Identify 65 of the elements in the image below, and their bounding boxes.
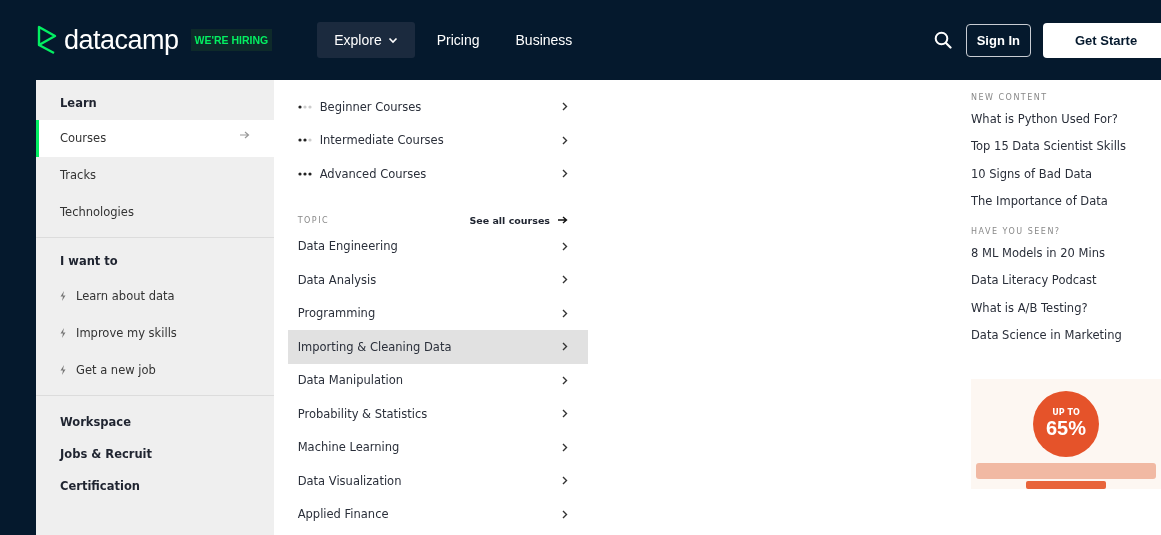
article-link[interactable]: Data Literacy Podcast [971, 267, 1161, 295]
section-label: NEW CONTENT [971, 93, 1049, 102]
get-started-button[interactable]: Get Starte [1043, 22, 1161, 58]
chevron-icon [561, 409, 568, 419]
chevron-icon [561, 442, 568, 452]
arrow-icon [239, 131, 250, 139]
logo-icon[interactable] [36, 25, 58, 55]
search-icon[interactable] [933, 31, 952, 49]
article-link[interactable]: 10 Signs of Bad Data [971, 160, 1161, 188]
logo-wordmark[interactable]: datacamp [64, 24, 179, 56]
chevron-icon [561, 375, 568, 385]
article-link[interactable]: What is Python Used For? [971, 106, 1161, 134]
caret-icon [387, 36, 398, 44]
sidebar-link[interactable]: Workspace [36, 406, 274, 438]
menu-item[interactable]: Importing & Cleaning Data [287, 330, 588, 364]
sidebar-item[interactable]: Technologies [36, 194, 274, 231]
discount-value: 65% [1046, 417, 1086, 441]
menu-item[interactable]: Beginner Courses [287, 90, 588, 124]
hiring-badge[interactable]: WE'RE HIRING [190, 29, 273, 51]
sidebar-item[interactable]: Get a new job [76, 363, 156, 377]
sidebar-item[interactable]: Learn about data [76, 289, 175, 303]
see-all-courses-link[interactable]: See all courses [469, 214, 568, 226]
article-link[interactable]: 8 ML Models in 20 Mins [971, 240, 1161, 268]
menu-item[interactable]: Data Manipulation [287, 363, 588, 397]
menu-item[interactable]: Data Visualization [287, 464, 588, 498]
sidebar-link[interactable]: Jobs & Recruit [36, 438, 274, 470]
menu-item[interactable]: Data Analysis [287, 263, 588, 297]
menu-item[interactable]: Advanced Courses [287, 157, 588, 191]
article-link[interactable]: Top 15 Data Scientist Skills [971, 133, 1161, 161]
promo-banner[interactable]: UP TO 65% [971, 379, 1161, 490]
arrow-icon [558, 216, 568, 224]
chevron-icon [561, 275, 568, 285]
section-heading: I want to [59, 253, 119, 270]
chevron-icon [561, 308, 568, 318]
menu-item[interactable]: Applied Finance [287, 497, 588, 531]
menu-item[interactable]: Machine Learning [287, 430, 588, 464]
menu-item[interactable]: Data Engineering [287, 229, 588, 263]
sidebar-item[interactable]: Courses [36, 120, 274, 157]
chevron-icon [561, 135, 568, 145]
lightning-icon [60, 328, 66, 338]
sign-in-button[interactable]: Sign In [965, 23, 1031, 57]
section-label: TOPIC [297, 215, 330, 225]
lightning-icon [60, 291, 66, 301]
chevron-icon [561, 169, 568, 179]
menu-item[interactable]: Intermediate Courses [287, 123, 588, 157]
article-link[interactable]: Data Science in Marketing [971, 322, 1161, 350]
sidebar-item[interactable]: Tracks [36, 157, 274, 194]
lightning-icon [60, 365, 66, 375]
sidebar-item[interactable]: Improve my skills [76, 326, 177, 340]
discount-caption: UP TO [1052, 408, 1080, 418]
nav-link[interactable]: Explore [317, 22, 415, 58]
section-heading: Learn [59, 95, 98, 112]
chevron-icon [561, 241, 568, 251]
sidebar-link[interactable]: Certification [36, 470, 274, 502]
menu-item[interactable]: Probability & Statistics [287, 397, 588, 431]
section-label: HAVE YOU SEEN? [971, 227, 1062, 237]
chevron-icon [561, 509, 568, 519]
nav-link[interactable]: Pricing [422, 22, 494, 58]
menu-item[interactable]: Programming [287, 296, 588, 330]
article-link[interactable]: The Importance of Data [971, 187, 1161, 216]
chevron-icon [561, 102, 568, 112]
article-link[interactable]: What is A/B Testing? [971, 294, 1161, 323]
chevron-icon [561, 476, 568, 486]
nav-link[interactable]: Business [501, 22, 587, 58]
chevron-icon [561, 342, 568, 352]
